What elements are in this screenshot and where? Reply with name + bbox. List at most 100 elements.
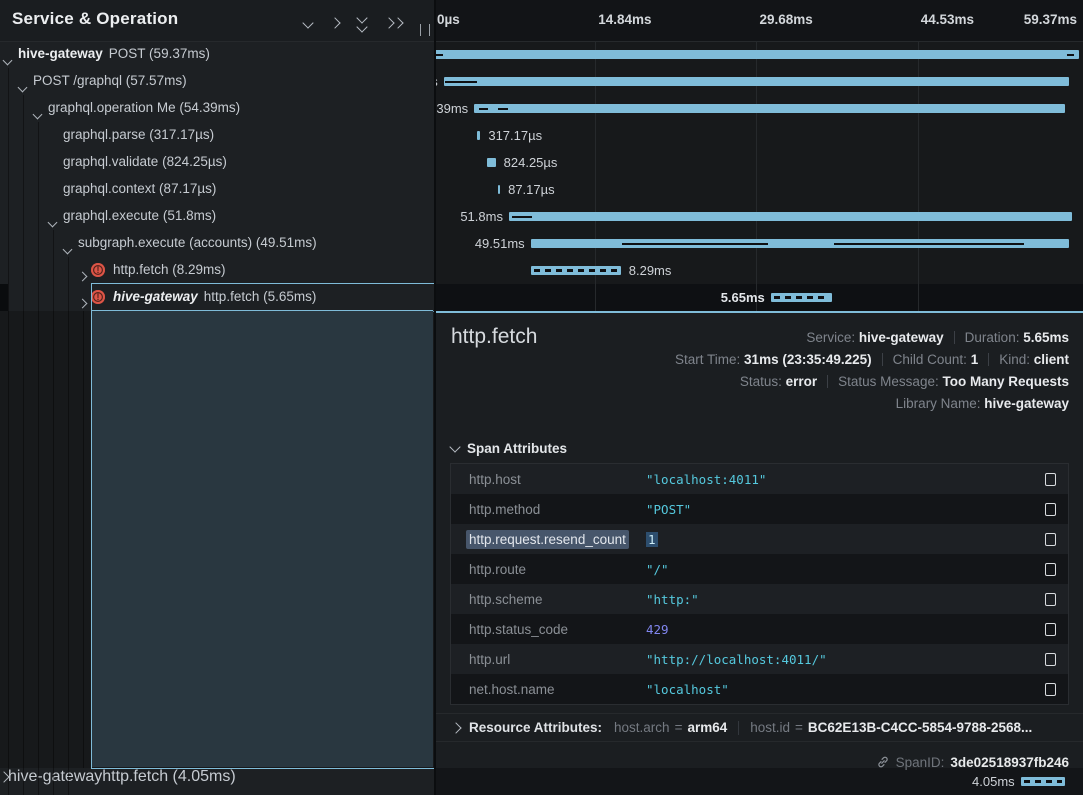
copy-icon <box>1045 563 1056 576</box>
metadata-value: error <box>786 374 818 389</box>
timeline-row[interactable]: 87.17µs <box>436 176 1083 203</box>
attribute-row-http.url[interactable]: http.url"http://localhost:4011/" <box>451 644 1068 674</box>
copy-button[interactable] <box>1032 533 1056 546</box>
span-attributes-header[interactable]: Span Attributes <box>451 441 567 456</box>
child-span-mark <box>479 108 488 110</box>
metadata-label: Status Message: <box>838 374 942 389</box>
chevron-down-icon[interactable] <box>49 213 56 231</box>
span-duration-bar[interactable] <box>531 266 621 275</box>
span-duration-bar[interactable] <box>509 212 1072 221</box>
tree-indent-guide <box>38 176 39 203</box>
copy-button[interactable] <box>1032 473 1056 486</box>
timeline-row[interactable]: 5.65ms <box>436 284 1083 311</box>
tree-row-http.fetch[interactable]: hive-gatewayhttp.fetch (5.65ms) <box>0 284 434 311</box>
copy-icon <box>1045 593 1056 606</box>
chevron-right-icon[interactable] <box>329 17 340 28</box>
attribute-value: "http:" <box>646 592 1032 607</box>
copy-button[interactable] <box>1032 503 1056 516</box>
tree-row-graphql.parse[interactable]: graphql.parse (317.17µs) <box>0 122 434 149</box>
copy-icon <box>1045 653 1056 666</box>
axis-tick-label: 59.37ms <box>1024 12 1077 27</box>
metadata-value: hive-gateway <box>984 396 1069 411</box>
copy-button[interactable] <box>1032 683 1056 696</box>
tree-row-graphql.execute[interactable]: graphql.execute (51.8ms) <box>0 203 434 230</box>
tree-row-bottom[interactable]: hive-gatewayhttp.fetch (4.05ms) <box>0 768 434 795</box>
tree-indent-guide <box>53 311 54 795</box>
tree-indent-guide <box>8 284 9 311</box>
chevron-down-icon[interactable] <box>302 17 313 28</box>
timeline-row[interactable] <box>436 41 1083 68</box>
expand-all-icon[interactable] <box>385 19 402 27</box>
timeline-row[interactable]: 57.57ms <box>436 68 1083 95</box>
metadata-value: client <box>1034 352 1069 367</box>
span-duration-bar[interactable] <box>771 293 832 302</box>
copy-button[interactable] <box>1032 563 1056 576</box>
timeline-row[interactable]: 824.25µs <box>436 149 1083 176</box>
span-duration-label: 317.17µs <box>488 128 542 143</box>
metadata-line: Library Name: hive-gateway <box>675 393 1069 415</box>
attribute-row-http.request.resend_count[interactable]: http.request.resend_count1 <box>451 524 1068 554</box>
span-duration-bar[interactable] <box>1021 777 1065 786</box>
metadata-label: Status: <box>740 374 786 389</box>
span-duration-bar[interactable] <box>498 185 500 194</box>
attribute-row-http.status_code[interactable]: http.status_code429 <box>451 614 1068 644</box>
attribute-row-http.method[interactable]: http.method"POST" <box>451 494 1068 524</box>
chevron-right-icon[interactable] <box>79 267 86 285</box>
tree-row-graphql.operation[interactable]: graphql.operation Me (54.39ms) <box>0 95 434 122</box>
span-duration-bar[interactable] <box>474 104 1065 113</box>
trace-viewer: Service & Operation hive-gatewayPOST (59… <box>0 0 1083 795</box>
tree-indent-guide <box>68 257 69 284</box>
span-metadata: Service: hive-gatewayDuration: 5.65msSta… <box>675 327 1069 415</box>
resource-attributes-row[interactable]: Resource Attributes:host.arch=arm64host.… <box>436 713 1083 742</box>
panel-divider[interactable] <box>434 0 436 795</box>
tree-indent-guide <box>38 122 39 149</box>
span-duration-label: 54.39ms <box>436 101 468 116</box>
chevron-down-icon[interactable] <box>34 105 41 123</box>
collapse-all-icon[interactable] <box>358 14 366 31</box>
tree-indent-guide <box>23 95 24 122</box>
copy-icon <box>1045 623 1056 636</box>
chevron-right-icon[interactable] <box>79 294 86 312</box>
chevron-down-icon[interactable] <box>4 51 11 69</box>
copy-button[interactable] <box>1032 593 1056 606</box>
attribute-key: http.scheme <box>469 592 646 607</box>
attribute-row-net.host.name[interactable]: net.host.name"localhost" <box>451 674 1068 704</box>
span-duration-bar[interactable] <box>436 50 1079 59</box>
timeline-row[interactable]: 49.51ms <box>436 230 1083 257</box>
span-row-label: hive-gatewayhttp.fetch (4.05ms) <box>8 768 236 785</box>
timeline-row[interactable]: 317.17µs <box>436 122 1083 149</box>
attribute-value: 1 <box>646 532 1032 547</box>
tree-row-POST[interactable]: hive-gatewayPOST (59.37ms) <box>0 41 434 68</box>
tree-row-subgraph.execute[interactable]: subgraph.execute (accounts) (49.51ms) <box>0 230 434 257</box>
metadata-divider <box>882 353 883 366</box>
timeline-row[interactable]: 51.8ms <box>436 203 1083 230</box>
child-span-mark <box>1067 54 1074 56</box>
attribute-row-http.host[interactable]: http.host"localhost:4011" <box>451 464 1068 494</box>
link-icon[interactable] <box>876 755 890 769</box>
copy-button[interactable] <box>1032 623 1056 636</box>
chevron-down-icon[interactable] <box>64 240 71 258</box>
timeline-row[interactable]: 8.29ms <box>436 257 1083 284</box>
tree-indent-guide <box>38 311 39 795</box>
attribute-row-http.route[interactable]: http.route"/" <box>451 554 1068 584</box>
copy-button[interactable] <box>1032 653 1056 666</box>
tree-row-graphql.validate[interactable]: graphql.validate (824.25µs) <box>0 149 434 176</box>
span-duration-bar[interactable] <box>487 158 496 167</box>
attribute-row-http.scheme[interactable]: http.scheme"http:" <box>451 584 1068 614</box>
tree-row-http.fetch[interactable]: http.fetch (8.29ms) <box>0 257 434 284</box>
tree-indent-guide <box>8 230 9 257</box>
tree-indent-guide <box>38 149 39 176</box>
tree-indent-guide <box>53 230 54 257</box>
span-duration-bar[interactable] <box>477 131 480 140</box>
span-duration-bar[interactable] <box>444 77 1069 86</box>
chevron-right-icon[interactable] <box>0 768 8 785</box>
tree-row-POST[interactable]: POST /graphql (57.57ms) <box>0 68 434 95</box>
panel-resize-handle-icon[interactable] <box>420 24 430 36</box>
attribute-key: net.host.name <box>469 682 646 697</box>
span-detail-panel: http.fetch Service: hive-gatewayDuration… <box>436 311 1083 768</box>
attribute-key: http.status_code <box>469 622 646 637</box>
tree-row-graphql.context[interactable]: graphql.context (87.17µs) <box>0 176 434 203</box>
chevron-down-icon[interactable] <box>19 78 26 96</box>
timeline-row[interactable]: 54.39ms <box>436 95 1083 122</box>
span-attributes-table: http.host"localhost:4011"http.method"POS… <box>450 463 1069 705</box>
